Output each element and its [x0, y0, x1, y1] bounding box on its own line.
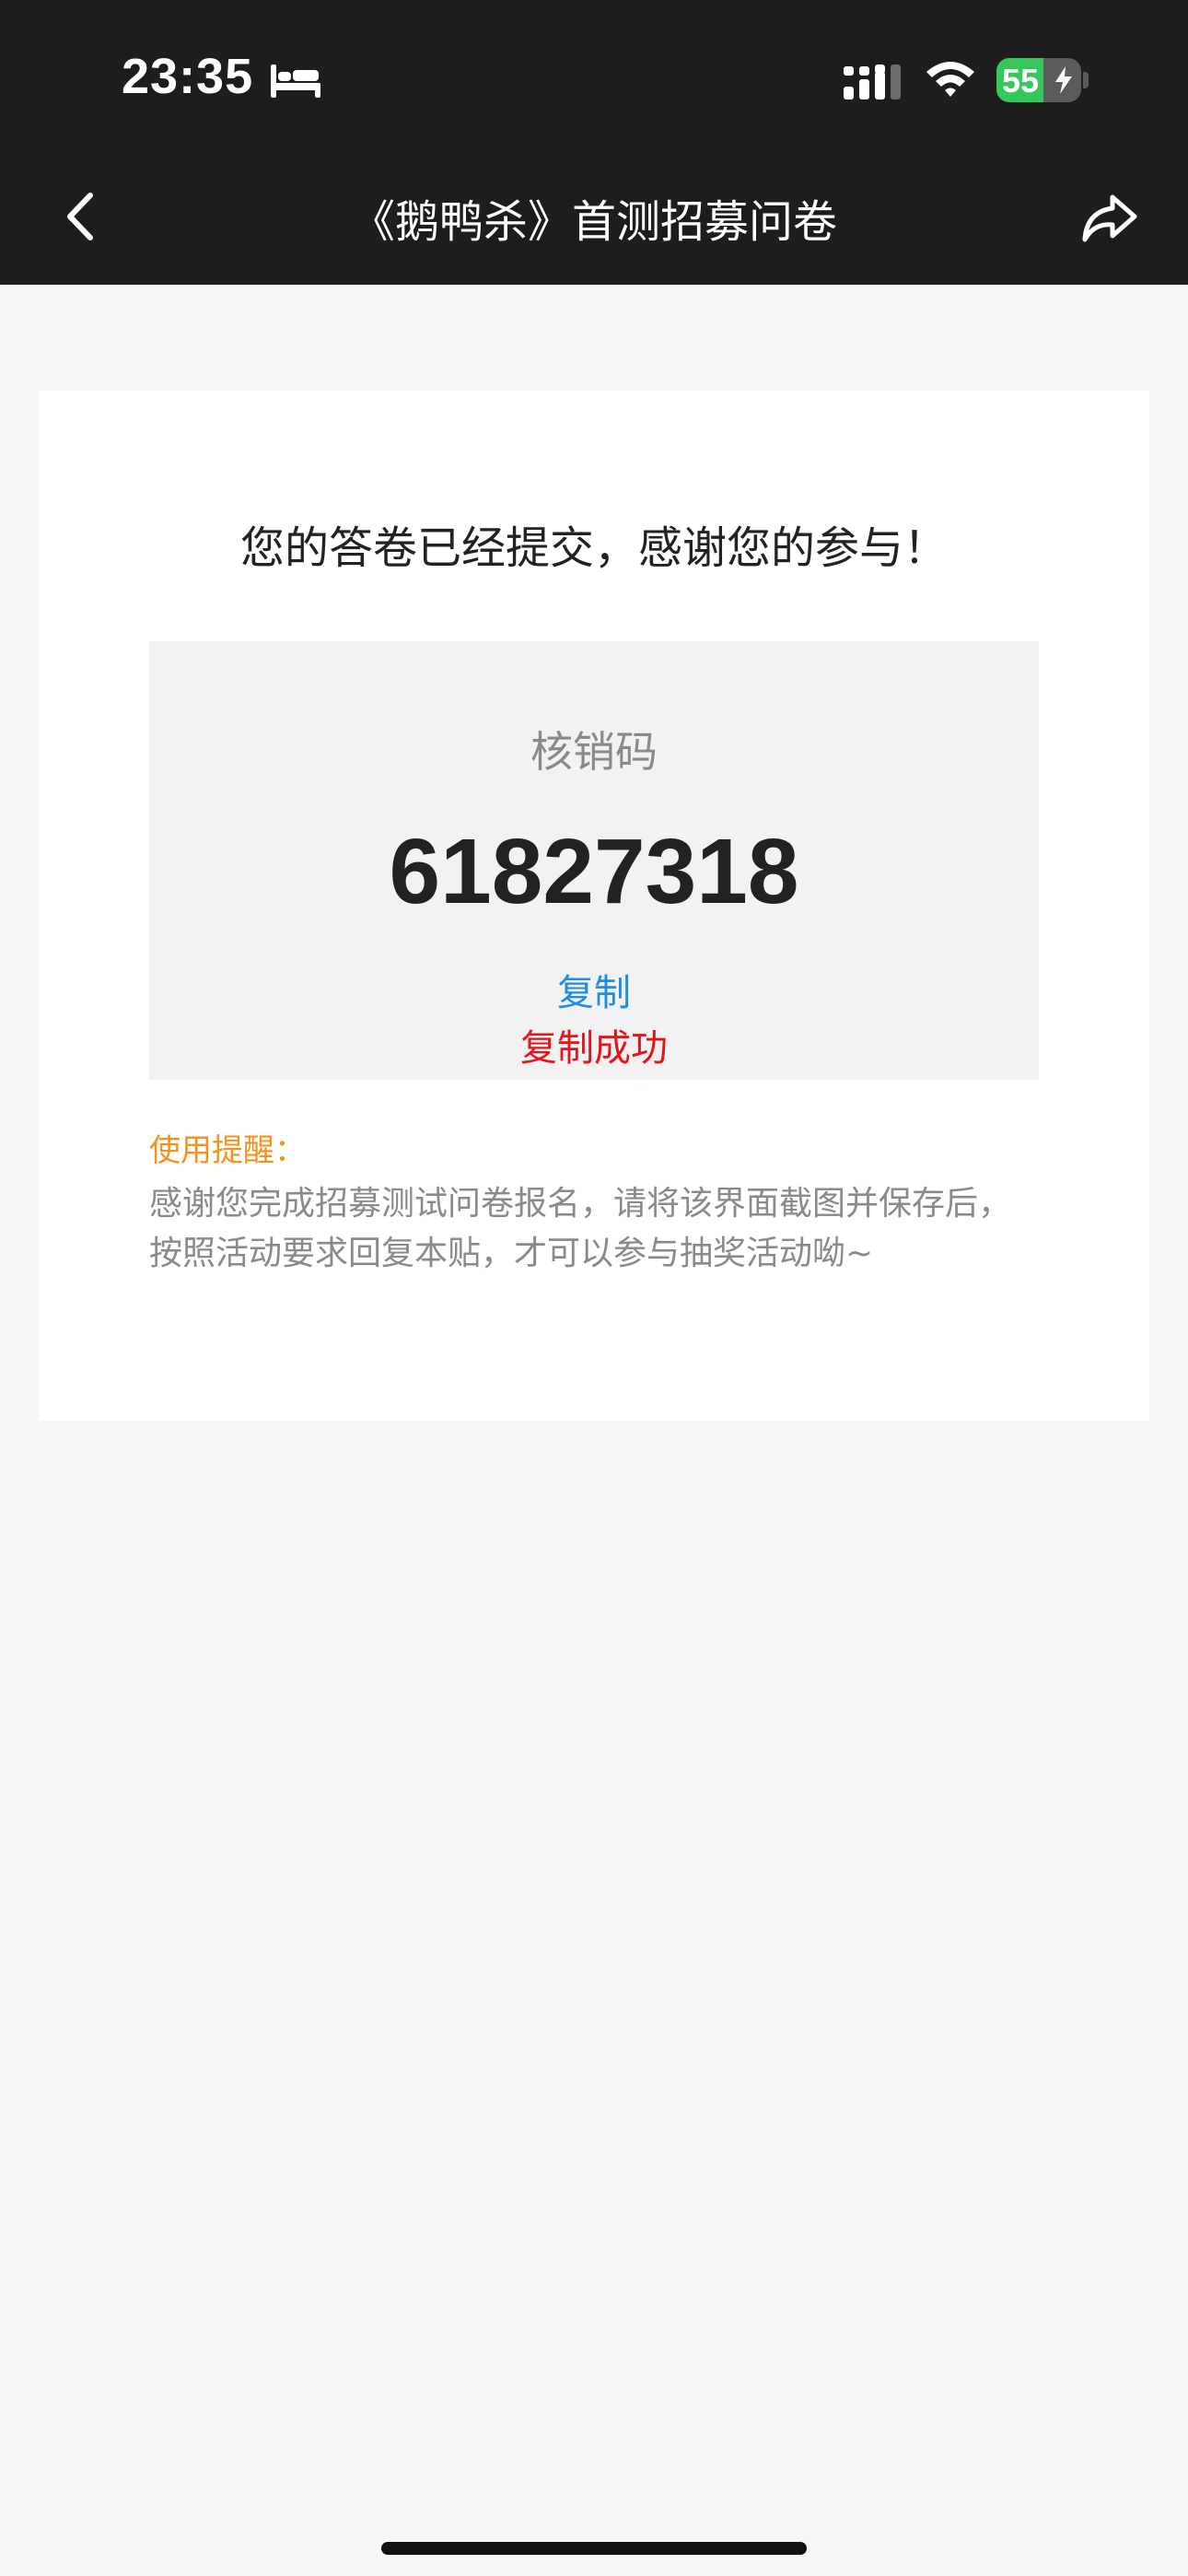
- page: 23:35 55 《鹅鸭杀》首测招募问卷 您的答卷已经提交，感谢您的参与！ 核销…: [0, 0, 1188, 2576]
- copy-success-message: 复制成功: [520, 1027, 668, 1070]
- battery-percent: 55: [1002, 62, 1040, 100]
- cellular-signal-icon: [844, 64, 901, 100]
- submission-success-message: 您的答卷已经提交，感谢您的参与！: [239, 522, 948, 574]
- redemption-code-label: 核销码: [530, 727, 658, 777]
- home-indicator: [381, 2542, 807, 2555]
- top-bar: 23:35 55 《鹅鸭杀》首测招募问卷: [0, 0, 1188, 285]
- bed-icon: [271, 64, 320, 98]
- redemption-code-value: 61827318: [389, 820, 799, 923]
- status-time: 23:35: [122, 49, 254, 104]
- reminder-body: 感谢您完成招募测试问卷报名，请将该界面截图并保存后，按照活动要求回复本贴，才可以…: [149, 1185, 1012, 1272]
- copy-button[interactable]: 复制: [502, 966, 686, 1021]
- share-button[interactable]: [1077, 184, 1142, 249]
- battery-icon: 55: [996, 58, 1081, 102]
- result-card: 您的答卷已经提交，感谢您的参与！ 核销码 61827318 复制 复制成功 使用…: [39, 391, 1149, 1421]
- reminder-title: 使用提醒：: [149, 1132, 306, 1169]
- page-title: 《鹅鸭杀》首测招募问卷: [350, 196, 837, 248]
- battery-cap: [1083, 72, 1089, 88]
- wifi-icon: [926, 62, 974, 97]
- charging-bolt-icon: [1055, 66, 1072, 94]
- redemption-code-box: 核销码 61827318 复制 复制成功: [149, 641, 1039, 1080]
- share-icon: [1082, 194, 1137, 242]
